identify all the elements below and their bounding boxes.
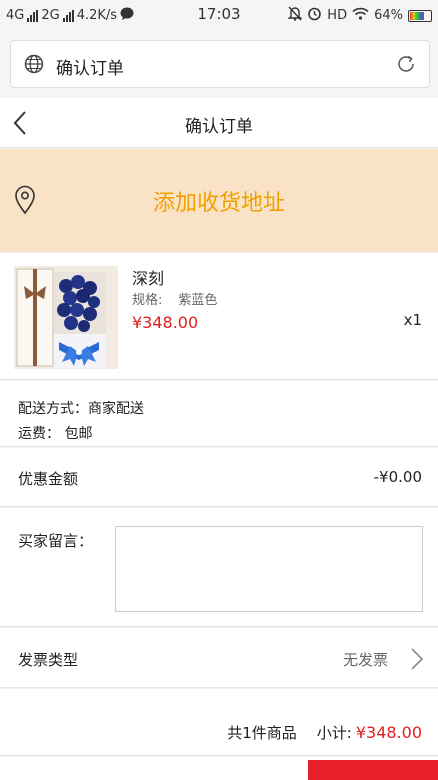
bottom-bar xyxy=(0,757,438,780)
add-address-button[interactable]: 添加收货地址 xyxy=(0,149,438,252)
invoice-type-row[interactable]: 发票类型 无发票 xyxy=(0,628,438,688)
browser-page-title: 确认订单 xyxy=(56,59,124,79)
shipping-fee: 运费： 包邮 xyxy=(18,426,93,442)
add-address-label: 添加收货地址 xyxy=(152,191,285,216)
hd-label: HD xyxy=(327,8,348,23)
summary-row: 共1件商品 小计: ¥348.00 xyxy=(227,722,422,743)
battery-fill xyxy=(410,11,425,20)
item-count: 共1件商品 xyxy=(227,724,297,742)
product-image[interactable] xyxy=(14,266,118,369)
status-bar: 4G 2G 4.2K/s 17:03 HD 64% xyxy=(0,0,438,30)
product-quantity: x1 xyxy=(403,311,422,329)
product-spec: 规格: 紫蓝色 xyxy=(132,289,217,308)
chevron-right-icon xyxy=(410,647,424,675)
battery-icon xyxy=(408,9,432,22)
buyer-message-label: 买家留言： xyxy=(18,532,94,550)
product-price: ¥348.00 xyxy=(132,313,199,332)
refresh-icon[interactable] xyxy=(395,53,417,79)
order-summary: 共1件商品 小计: ¥348.00 xyxy=(0,689,438,756)
browser-bar: 确认订单 xyxy=(0,30,438,98)
spec-label: 规格: xyxy=(132,293,163,308)
alarm-clock-icon xyxy=(307,6,322,25)
url-box[interactable]: 确认订单 xyxy=(10,40,430,88)
page-title: 确认订单 xyxy=(185,117,253,137)
discount-label: 优惠金额 xyxy=(18,470,79,488)
product-name: 深刻 xyxy=(132,269,165,288)
mute-bell-icon xyxy=(287,6,304,25)
battery-percent: 64% xyxy=(374,8,403,23)
subtotal-amount: ¥348.00 xyxy=(355,723,422,742)
buyer-message-input[interactable] xyxy=(115,526,423,612)
invoice-type-label: 发票类型 xyxy=(18,651,79,669)
discount-value: -¥0.00 xyxy=(373,468,422,486)
product-item: 深刻 规格: 紫蓝色 ¥348.00 x1 xyxy=(0,253,438,380)
status-right: HD 64% xyxy=(287,6,432,25)
delivery-info: 配送方式：商家配送 运费： 包邮 xyxy=(0,381,438,447)
invoice-type-value: 无发票 xyxy=(342,651,388,669)
nav-bar: 确认订单 xyxy=(0,98,438,148)
submit-order-button[interactable] xyxy=(308,760,438,780)
buyer-message-row: 买家留言： xyxy=(0,508,438,627)
wifi-icon xyxy=(352,7,369,24)
discount-row: 优惠金额 -¥0.00 xyxy=(0,448,438,507)
globe-icon xyxy=(24,54,44,78)
subtotal-label: 小计: xyxy=(316,724,352,742)
spec-value: 紫蓝色 xyxy=(178,293,218,308)
delivery-method: 配送方式：商家配送 xyxy=(18,401,144,417)
